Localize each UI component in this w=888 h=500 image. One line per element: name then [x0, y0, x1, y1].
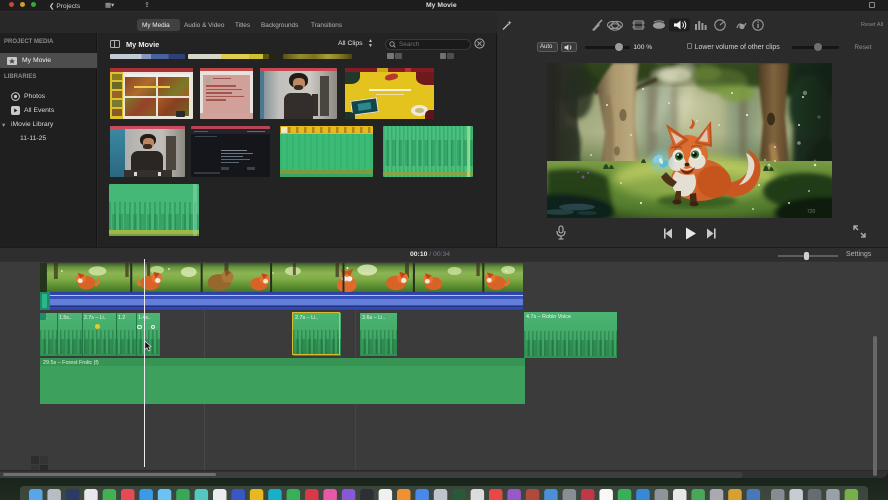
svg-text:720: 720 — [807, 209, 816, 215]
